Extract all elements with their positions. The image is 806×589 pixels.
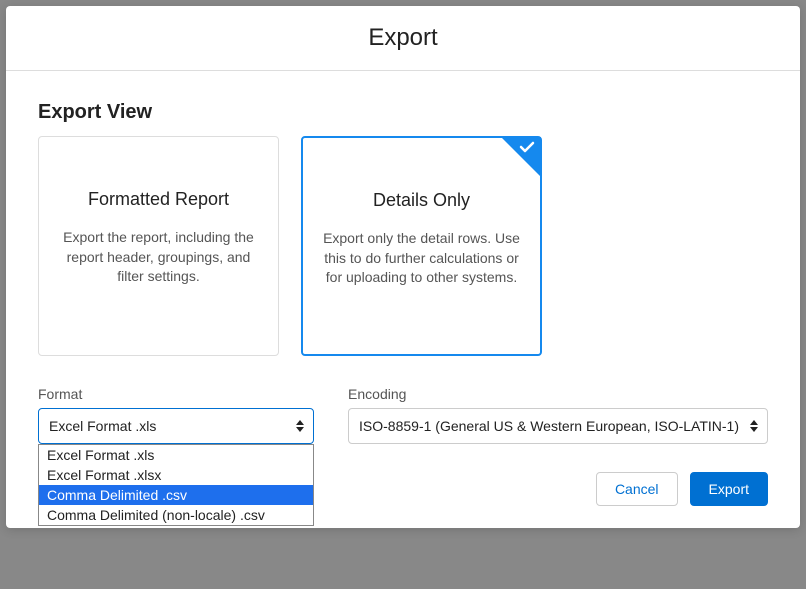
card-desc-formatted: Export the report, including the report …	[55, 228, 262, 287]
card-title-details: Details Only	[319, 190, 524, 211]
format-select[interactable]: Excel Format .xls	[38, 408, 314, 444]
format-selected-text: Excel Format .xls	[49, 418, 285, 434]
section-title: Export View	[38, 101, 768, 124]
encoding-selected-text: ISO-8859-1 (General US & Western Europea…	[359, 418, 739, 434]
card-formatted-report[interactable]: Formatted Report Export the report, incl…	[38, 136, 279, 356]
format-option-xls[interactable]: Excel Format .xls	[39, 445, 313, 465]
spinner-icon	[747, 420, 761, 432]
export-button[interactable]: Export	[690, 472, 768, 506]
modal-body: Export View Formatted Report Export the …	[6, 71, 800, 454]
modal-header: Export	[6, 6, 800, 71]
format-label: Format	[38, 386, 314, 402]
format-dropdown: Excel Format .xls Excel Format .xlsx Com…	[38, 444, 314, 526]
encoding-label: Encoding	[348, 386, 768, 402]
export-view-cards: Formatted Report Export the report, incl…	[38, 136, 768, 356]
export-modal: Export Export View Formatted Report Expo…	[6, 6, 800, 528]
card-details-only[interactable]: Details Only Export only the detail rows…	[301, 136, 542, 356]
encoding-select[interactable]: ISO-8859-1 (General US & Western Europea…	[348, 408, 768, 444]
fields-row: Format Excel Format .xls Excel Format .x…	[38, 386, 768, 444]
check-icon	[501, 137, 541, 177]
format-option-xlsx[interactable]: Excel Format .xlsx	[39, 465, 313, 485]
format-field: Format Excel Format .xls Excel Format .x…	[38, 386, 314, 444]
card-desc-details: Export only the detail rows. Use this to…	[319, 229, 524, 288]
card-title-formatted: Formatted Report	[55, 189, 262, 210]
encoding-field: Encoding ISO-8859-1 (General US & Wester…	[348, 386, 768, 444]
format-option-csv[interactable]: Comma Delimited .csv	[39, 485, 313, 505]
format-option-csv-nonlocale[interactable]: Comma Delimited (non-locale) .csv	[39, 505, 313, 525]
spinner-icon	[293, 420, 307, 432]
cancel-button[interactable]: Cancel	[596, 472, 678, 506]
modal-title: Export	[6, 24, 800, 52]
